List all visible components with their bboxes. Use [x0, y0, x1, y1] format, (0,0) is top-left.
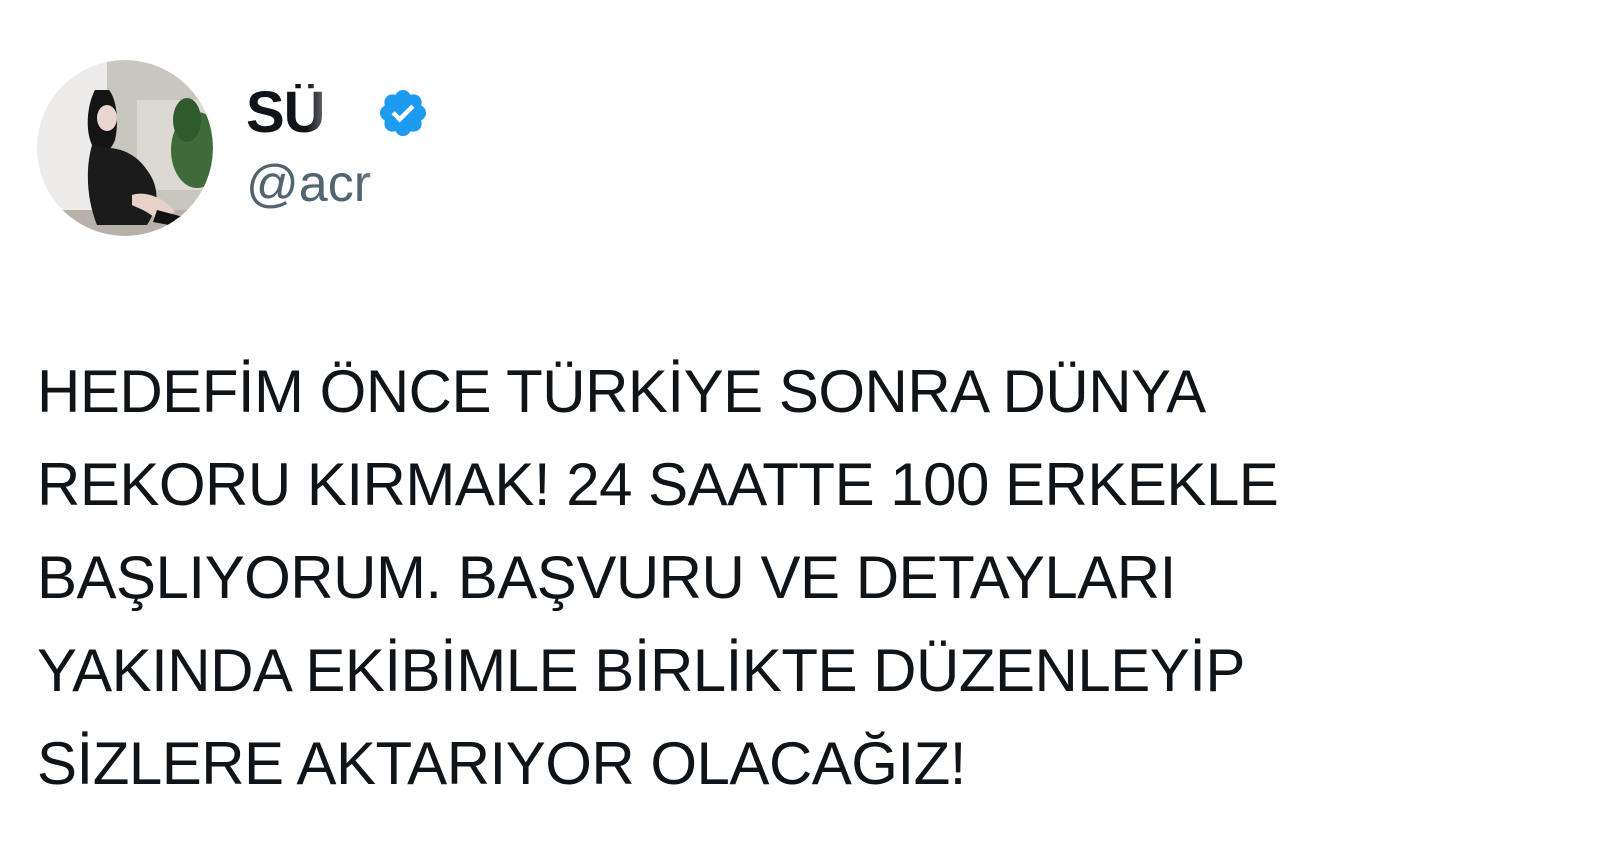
author-name-row: SÜ — [246, 78, 430, 148]
tweet-text-line: YAKINDA EKİBİMLE BİRLİKTE DÜZENLEYİP — [37, 637, 1245, 704]
avatar[interactable] — [37, 60, 213, 236]
tweet-text-line: HEDEFİM ÖNCE TÜRKİYE SONRA DÜNYA — [37, 358, 1206, 425]
author-display-name[interactable]: SÜ — [246, 84, 356, 142]
author-handle[interactable]: @acr — [246, 158, 421, 210]
tweet-text-line: REKORU KIRMAK! 24 SAATTE 100 ERKEKLE — [37, 451, 1279, 518]
profile-photo-avatar — [37, 60, 213, 236]
tweet-card: SÜ @acr HEDEFİM ÖNCE TÜRKİYE SONRA DÜNYA… — [0, 0, 1600, 863]
verified-badge-icon — [379, 89, 427, 137]
tweet-text: HEDEFİM ÖNCE TÜRKİYE SONRA DÜNYA REKORU … — [37, 345, 1557, 810]
tweet-text-line: BAŞLIYORUM. BAŞVURU VE DETAYLARI — [37, 544, 1176, 611]
tweet-text-line: SİZLERE AKTARIYOR OLACAĞIZ! — [37, 730, 966, 797]
